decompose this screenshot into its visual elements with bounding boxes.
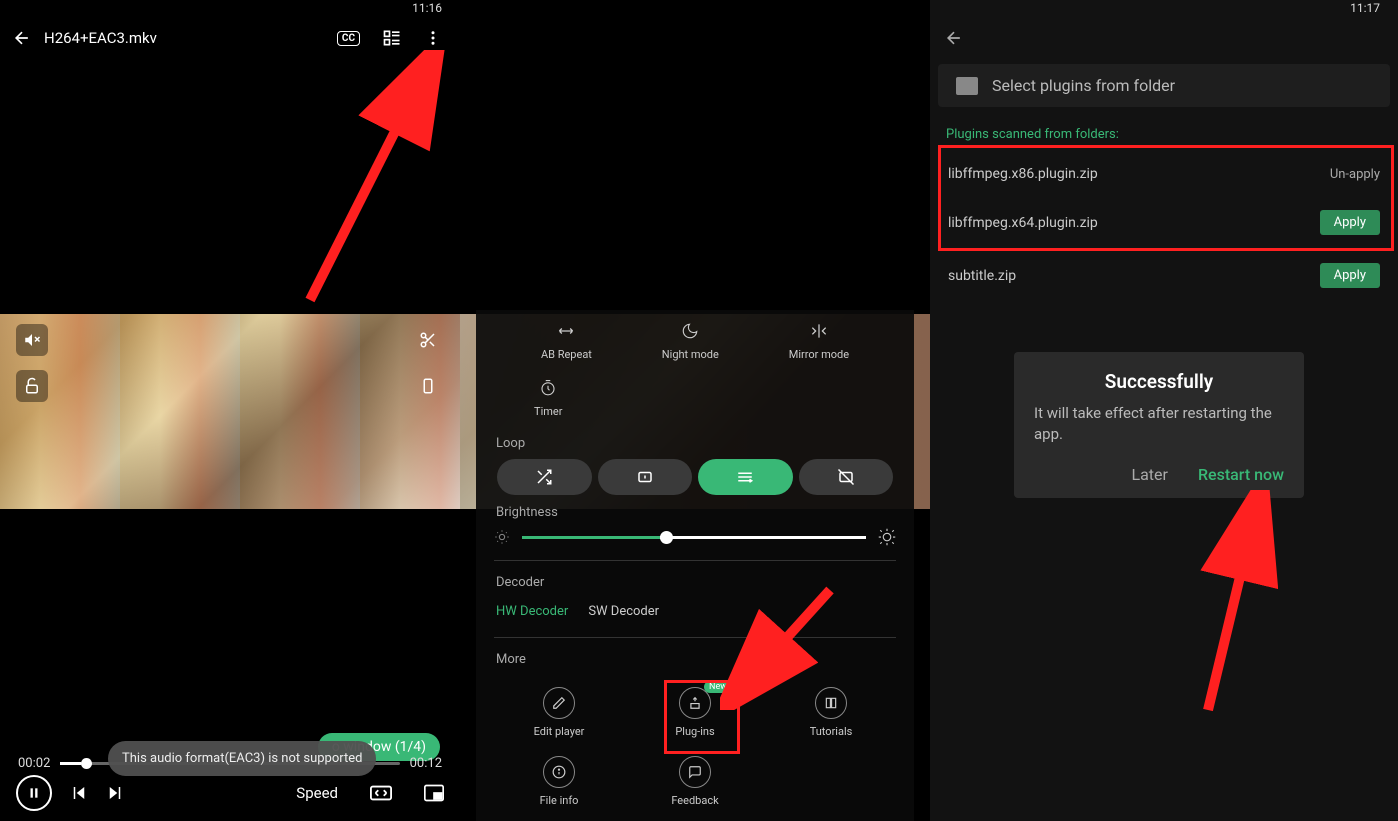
video-title: H264+EAC3.mkv (44, 29, 337, 47)
restart-now-button[interactable]: Restart now (1198, 465, 1284, 484)
night-mode-button[interactable]: Night mode (662, 320, 719, 361)
hw-decoder-button[interactable]: HW Decoder (496, 604, 568, 619)
status-bar-3: 11:17 (930, 0, 1398, 16)
previous-button[interactable] (70, 784, 88, 802)
tutorials-button[interactable]: Tutorials (766, 681, 896, 744)
feedback-button[interactable]: Feedback (630, 750, 760, 813)
select-folder-label: Select plugins from folder (992, 76, 1175, 95)
folder-icon (956, 77, 978, 95)
annotation-box-3 (938, 145, 1394, 251)
dialog-title: Successfully (1034, 370, 1284, 393)
back-icon[interactable] (10, 26, 34, 50)
dialog-body: It will take effect after restarting the… (1034, 403, 1284, 445)
no-repeat-button[interactable] (799, 459, 894, 495)
repeat-one-button[interactable] (598, 459, 693, 495)
tutorials-label: Tutorials (810, 725, 853, 738)
back-icon-3[interactable] (944, 28, 964, 48)
annotation-box (664, 680, 740, 754)
apply-button-3[interactable]: Apply (1320, 263, 1380, 288)
file-info-label: File info (540, 794, 579, 807)
pip-icon[interactable] (424, 784, 444, 802)
plugin-row-3: subtitle.zip Apply (930, 249, 1398, 302)
pause-button[interactable] (16, 775, 52, 811)
success-dialog: Successfully It will take effect after r… (1014, 352, 1304, 498)
brightness-label: Brightness (476, 495, 914, 528)
status-bar: 11:16 (0, 0, 460, 16)
cc-icon[interactable]: CC (337, 31, 360, 46)
more-menu-icon[interactable] (424, 29, 442, 47)
sw-decoder-button[interactable]: SW Decoder (588, 604, 659, 619)
player-controls: Speed (0, 775, 460, 811)
aspect-icon[interactable] (370, 785, 392, 801)
select-folder-row[interactable]: Select plugins from folder (938, 64, 1390, 107)
cut-icon[interactable] (412, 324, 444, 356)
annotation-arrow (260, 50, 445, 310)
video-frame[interactable] (0, 314, 460, 509)
repeat-all-button[interactable] (698, 459, 793, 495)
ab-repeat-label: AB Repeat (541, 348, 592, 361)
status-time-3: 11:17 (1350, 1, 1380, 15)
playlist-icon[interactable] (382, 28, 402, 48)
plugin-name-3: subtitle.zip (948, 268, 1016, 284)
timer-label: Timer (534, 405, 562, 418)
brightness-low-icon (494, 529, 510, 545)
ab-repeat-button[interactable]: AB Repeat (541, 320, 592, 361)
timer-button[interactable]: Timer (534, 377, 562, 418)
loop-label: Loop (476, 426, 914, 459)
speed-button[interactable]: Speed (296, 784, 338, 802)
later-button[interactable]: Later (1131, 465, 1167, 484)
current-time: 00:02 (18, 756, 50, 771)
plugins-header (930, 16, 1398, 60)
shuffle-button[interactable] (497, 459, 592, 495)
toast-message: This audio format(EAC3) is not supported (108, 741, 376, 776)
edit-player-button[interactable]: Edit player (494, 681, 624, 744)
brightness-slider[interactable] (522, 536, 866, 539)
player-header: H264+EAC3.mkv CC (0, 16, 460, 60)
brightness-high-icon (878, 528, 896, 546)
mirror-mode-label: Mirror mode (789, 348, 849, 361)
status-time: 11:16 (412, 1, 442, 15)
unlock-icon[interactable] (16, 370, 48, 402)
feedback-label: Feedback (671, 794, 718, 807)
more-label: More (476, 642, 914, 675)
next-button[interactable] (106, 784, 124, 802)
mirror-mode-button[interactable]: Mirror mode (789, 320, 849, 361)
edit-player-label: Edit player (534, 725, 585, 738)
mute-icon[interactable] (16, 324, 48, 356)
file-info-button[interactable]: File info (494, 750, 624, 813)
decoder-label: Decoder (476, 565, 914, 598)
total-time: 00:12 (410, 756, 442, 771)
rotate-icon[interactable] (412, 370, 444, 402)
night-mode-label: Night mode (662, 348, 719, 361)
